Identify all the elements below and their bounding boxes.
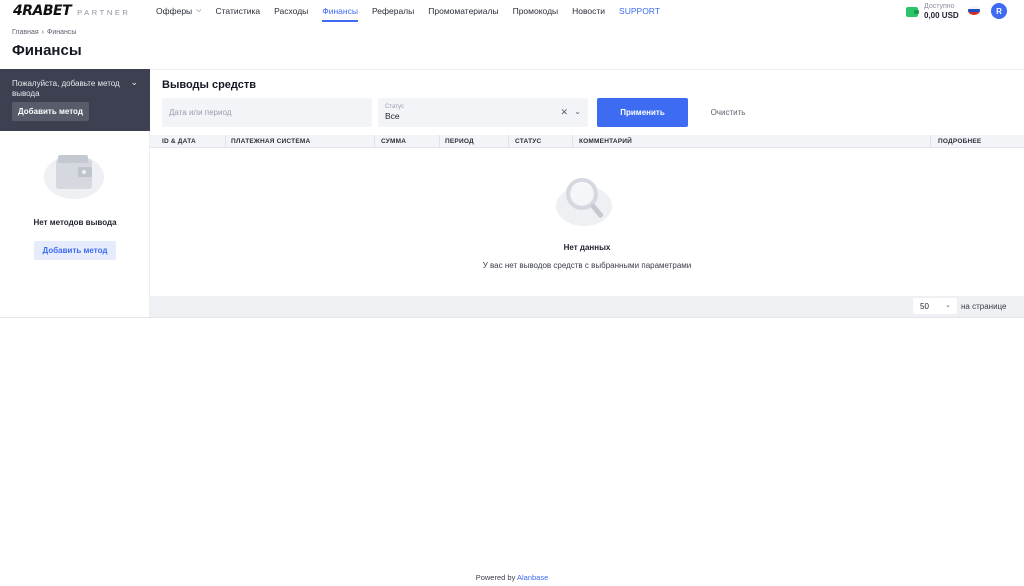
clear-icon[interactable]: ✕: [560, 107, 568, 118]
powered-by-text: Powered by: [475, 573, 516, 582]
section-title: Выводы средств: [162, 79, 257, 91]
balance-widget[interactable]: Доступно 0,00 USD: [906, 3, 959, 20]
column-header-comment[interactable]: КОММЕНТАРИЙ: [579, 135, 632, 148]
column-divider: [225, 135, 226, 148]
methods-panel-header: Пожалуйста, добавьте метод вывода ⌄ Доба…: [0, 69, 150, 131]
breadcrumb-current: Финансы: [47, 29, 77, 36]
divider: [0, 317, 1024, 318]
nav-item-label: Офферы: [156, 6, 193, 16]
date-period-input[interactable]: Дата или период: [162, 98, 372, 127]
column-divider: [930, 135, 931, 148]
nav-item-support[interactable]: SUPPORT: [619, 0, 660, 22]
table-header: ID & ДАТА ПЛАТЕЖНАЯ СИСТЕМА СУММА ПЕРИОД…: [150, 135, 1024, 148]
nav-item-statistics[interactable]: Статистика: [215, 0, 260, 22]
powered-by-footer: Powered by Alanbase: [0, 573, 1024, 582]
russia-flag-icon[interactable]: [968, 6, 980, 15]
main-menu: Офферы ⌵ Статистика Расходы Финансы Рефе…: [156, 0, 674, 22]
status-label: Статус: [385, 104, 404, 110]
status-select[interactable]: Статус Все ✕ ⌄: [378, 98, 588, 127]
nav-item-expenses[interactable]: Расходы: [274, 0, 308, 22]
avatar[interactable]: R: [991, 3, 1007, 19]
add-method-button-secondary[interactable]: Добавить метод: [34, 241, 116, 260]
column-header-payment-system[interactable]: ПЛАТЕЖНАЯ СИСТЕМА: [231, 135, 310, 148]
withdrawals-section: Выводы средств Дата или период Статус Вс…: [150, 69, 1024, 318]
nav-item-promo-materials[interactable]: Промоматериалы: [428, 0, 498, 22]
logo-subtitle: PARTNER: [77, 8, 131, 17]
column-header-id-date[interactable]: ID & ДАТА: [162, 135, 196, 148]
per-page-label: на странице: [961, 302, 1007, 311]
column-header-amount[interactable]: СУММА: [381, 135, 406, 148]
top-navigation: 4RABET PARTNER Офферы ⌵ Статистика Расхо…: [0, 0, 1024, 22]
chevron-down-icon[interactable]: ⌄: [574, 107, 581, 116]
page-title: Финансы: [12, 42, 82, 59]
column-divider: [508, 135, 509, 148]
nav-item-referrals[interactable]: Рефералы: [372, 0, 414, 22]
column-header-period[interactable]: ПЕРИОД: [445, 135, 474, 148]
empty-search-icon: [556, 178, 612, 226]
withdrawal-methods-panel: Пожалуйста, добавьте метод вывода ⌄ Доба…: [0, 69, 150, 317]
breadcrumb-home[interactable]: Главная: [12, 29, 39, 36]
add-method-prompt: Пожалуйста, добавьте метод вывода: [12, 79, 120, 98]
empty-wallet-icon: [44, 155, 104, 199]
wallet-icon: [906, 6, 919, 17]
table-footer: 50 ⌄ на странице: [150, 296, 1024, 317]
no-methods-text: Нет методов вывода: [33, 218, 117, 227]
nav-item-finance[interactable]: Финансы: [322, 0, 358, 22]
chevron-down-icon: ⌵: [196, 7, 202, 14]
add-method-button[interactable]: Добавить метод: [12, 102, 89, 121]
per-page-value: 50: [920, 301, 929, 311]
logo-text: 4RABET: [13, 3, 72, 19]
no-data-title: Нет данных: [563, 243, 611, 252]
column-header-status[interactable]: СТАТУС: [515, 135, 541, 148]
status-value: Все: [385, 111, 400, 121]
chevron-down-icon: ⌄: [945, 302, 951, 309]
nav-item-news[interactable]: Новости: [572, 0, 605, 22]
chevron-down-icon[interactable]: ⌄: [130, 77, 138, 88]
no-data-description: У вас нет выводов средств с выбранными п…: [482, 261, 692, 270]
apply-button[interactable]: Применить: [597, 98, 688, 127]
balance-value: 0,00 USD: [924, 11, 959, 20]
per-page-select[interactable]: 50 ⌄: [913, 298, 957, 314]
breadcrumb: Главная › Финансы: [12, 29, 76, 36]
chevron-right-icon: ›: [41, 29, 44, 36]
nav-item-promo-codes[interactable]: Промокоды: [513, 0, 559, 22]
clear-button[interactable]: Очистить: [698, 98, 758, 127]
nav-item-offers[interactable]: Офферы ⌵: [156, 0, 201, 22]
balance-label: Доступно: [924, 3, 955, 10]
column-divider: [439, 135, 440, 148]
balance-text: Доступно 0,00 USD: [924, 3, 959, 20]
column-header-details[interactable]: ПОДРОБНЕЕ: [938, 135, 981, 148]
powered-by-brand-link[interactable]: Alanbase: [517, 573, 548, 582]
column-divider: [374, 135, 375, 148]
column-divider: [572, 135, 573, 148]
brand-logo[interactable]: 4RABET PARTNER: [13, 3, 131, 19]
